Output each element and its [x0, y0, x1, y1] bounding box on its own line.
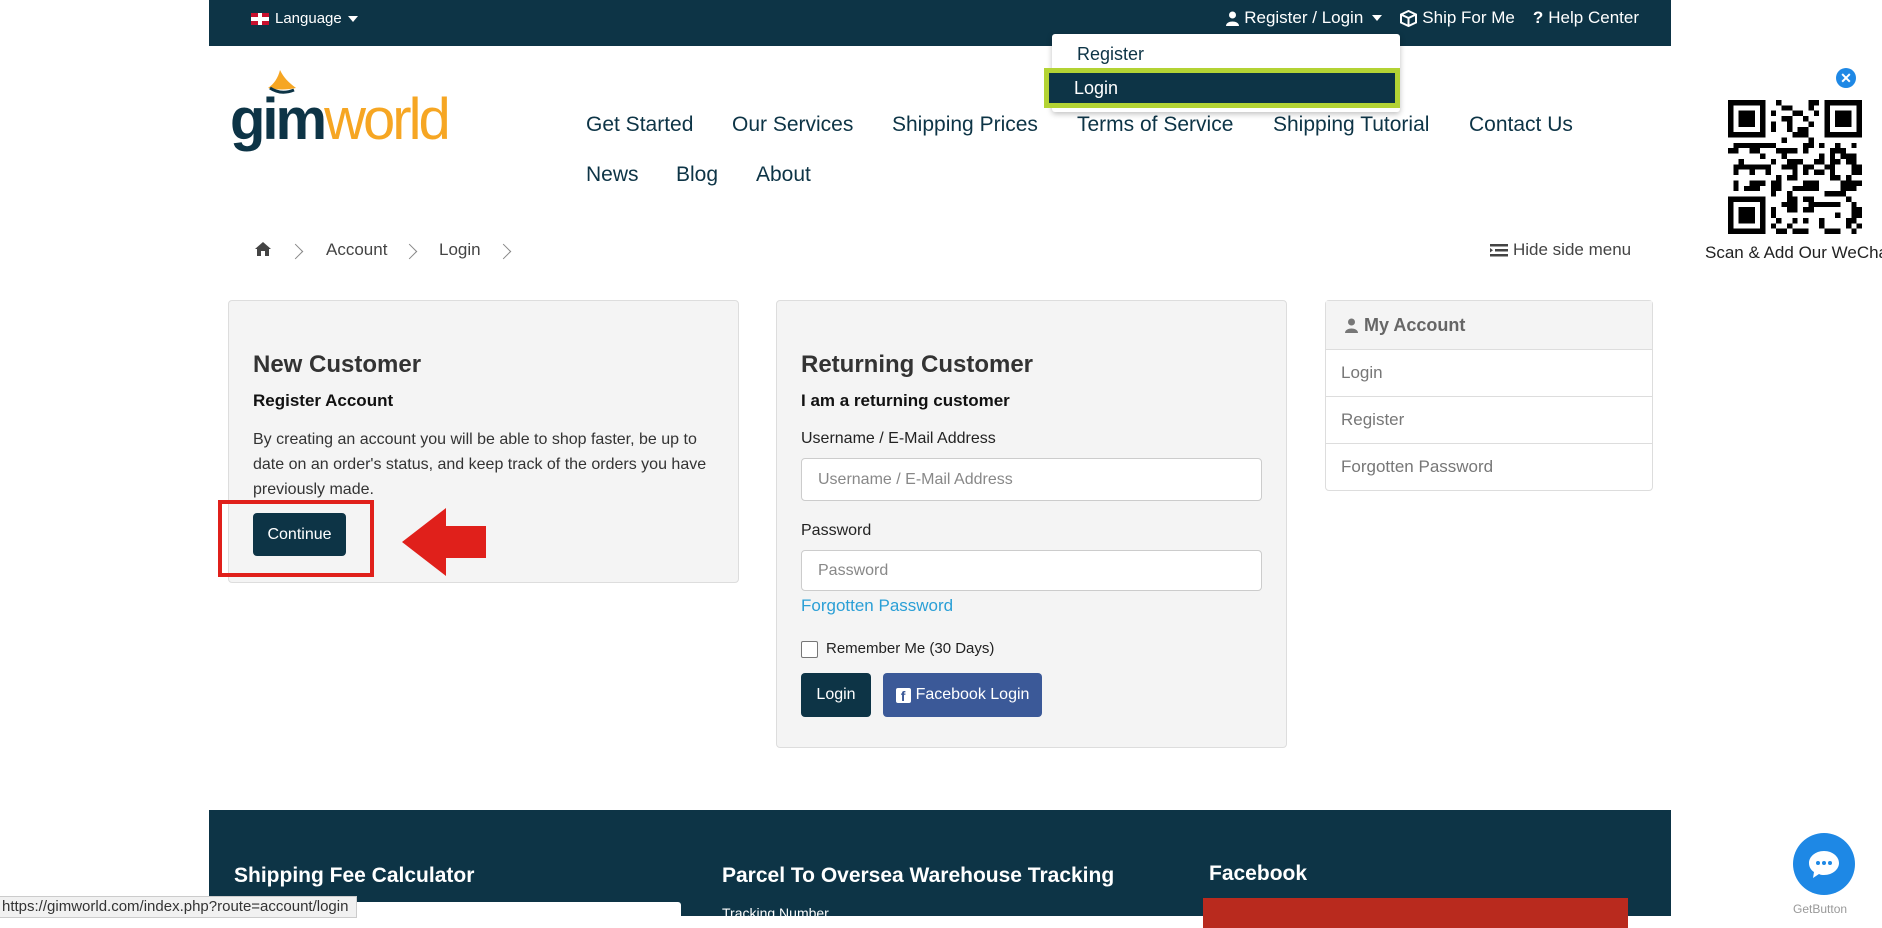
- language-selector[interactable]: Language: [251, 10, 358, 27]
- account-menu-toggle[interactable]: Register / Login: [1226, 8, 1383, 28]
- chevron-right-icon: [287, 243, 304, 260]
- user-icon: [1345, 318, 1358, 333]
- footer-facebook-title: Facebook: [1209, 862, 1308, 885]
- annotation-arrow-icon: [402, 508, 486, 576]
- forgotten-password-link[interactable]: Forgotten Password: [801, 596, 953, 616]
- my-account-side-menu: My Account Login Register Forgotten Pass…: [1325, 300, 1653, 491]
- account-dropdown: Register Login: [1044, 34, 1400, 112]
- side-menu-login[interactable]: Login: [1326, 350, 1652, 397]
- returning-customer-panel: Returning Customer I am a returning cust…: [776, 300, 1287, 748]
- nav-our-services[interactable]: Our Services: [732, 113, 853, 137]
- ship-for-me-link[interactable]: Ship For Me: [1400, 8, 1515, 28]
- qr-close-icon[interactable]: ✕: [1836, 68, 1856, 88]
- dropdown-register[interactable]: Register: [1077, 44, 1144, 65]
- box-icon: [1400, 9, 1418, 27]
- username-placeholder: Username / E-Mail Address: [818, 470, 1013, 488]
- status-bar-url: https://gimworld.com/index.php?route=acc…: [0, 896, 358, 918]
- password-label: Password: [801, 522, 872, 539]
- password-input[interactable]: Password: [801, 550, 1262, 591]
- register-account-subtitle: Register Account: [253, 391, 394, 410]
- logo-part-gim: gim: [230, 87, 327, 152]
- help-center-link[interactable]: ? Help Center: [1533, 8, 1639, 28]
- user-icon: [1226, 11, 1240, 26]
- password-placeholder: Password: [818, 561, 889, 579]
- account-menu-label: Register / Login: [1244, 8, 1364, 27]
- facebook-login-button[interactable]: f Facebook Login: [883, 673, 1042, 717]
- login-highlight-box: Login: [1044, 68, 1400, 108]
- site-logo[interactable]: gimworld: [230, 68, 470, 153]
- side-menu-forgotten-password[interactable]: Forgotten Password: [1326, 444, 1652, 490]
- breadcrumb-login[interactable]: Login: [439, 240, 481, 260]
- nav-terms-of-service[interactable]: Terms of Service: [1077, 113, 1233, 137]
- returning-customer-title: Returning Customer: [801, 351, 1034, 378]
- nav-get-started[interactable]: Get Started: [586, 113, 693, 137]
- nav-shipping-tutorial[interactable]: Shipping Tutorial: [1273, 113, 1429, 137]
- facebook-icon: f: [895, 687, 911, 704]
- facebook-page-banner[interactable]: [1203, 898, 1628, 928]
- dropdown-login[interactable]: Login: [1049, 73, 1395, 103]
- nav-shipping-prices[interactable]: Shipping Prices: [892, 113, 1038, 137]
- logo-part-world: world: [324, 87, 451, 152]
- hide-side-menu-label: Hide side menu: [1513, 240, 1632, 259]
- chat-bubble-icon: [1809, 851, 1839, 878]
- nav-news[interactable]: News: [586, 163, 639, 187]
- side-menu-header: My Account: [1326, 301, 1652, 350]
- returning-customer-subtitle: I am a returning customer: [801, 391, 1010, 410]
- question-icon: ?: [1532, 8, 1544, 27]
- annotation-highlight-box: [218, 500, 374, 577]
- chat-button[interactable]: [1793, 833, 1855, 895]
- footer: Shipping Fee Calculator Parcel To Overse…: [209, 810, 1671, 928]
- nav-blog[interactable]: Blog: [676, 163, 718, 187]
- home-icon[interactable]: [254, 241, 272, 257]
- new-customer-title: New Customer: [253, 351, 422, 378]
- logo-wordmark: gimworld: [230, 86, 451, 153]
- side-menu-title: My Account: [1364, 314, 1466, 335]
- wechat-qr-code: [1728, 100, 1862, 234]
- footer-tracking-title: Parcel To Oversea Warehouse Tracking: [722, 864, 1115, 887]
- new-customer-description: By creating an account you will be able …: [253, 431, 707, 498]
- help-center-label: Help Center: [1548, 8, 1639, 27]
- caret-down-icon: [1372, 15, 1383, 21]
- qr-caption: Scan & Add Our WeChat: [1705, 243, 1882, 262]
- getbutton-label: GetButton: [1793, 902, 1848, 916]
- remember-me-checkbox[interactable]: [801, 641, 818, 658]
- hide-side-menu-button[interactable]: Hide side menu: [1490, 240, 1631, 260]
- language-label: Language: [275, 10, 342, 27]
- chevron-right-icon: [401, 243, 418, 260]
- list-icon: [1490, 243, 1508, 256]
- footer-calculator-title: Shipping Fee Calculator: [234, 864, 475, 887]
- nav-about[interactable]: About: [756, 163, 811, 187]
- username-label: Username / E-Mail Address: [801, 430, 996, 447]
- remember-me-label: Remember Me (30 Days): [826, 640, 995, 657]
- top-bar: Language Register / Login Ship For Me ? …: [209, 0, 1671, 46]
- facebook-login-label: Facebook Login: [915, 686, 1030, 703]
- username-input[interactable]: Username / E-Mail Address: [801, 458, 1262, 501]
- side-menu-register[interactable]: Register: [1326, 397, 1652, 444]
- nav-contact-us[interactable]: Contact Us: [1469, 113, 1573, 137]
- caret-down-icon: [347, 15, 358, 22]
- ship-for-me-label: Ship For Me: [1422, 8, 1515, 27]
- uk-flag-icon: [251, 12, 269, 25]
- chevron-right-icon: [495, 243, 512, 260]
- tracking-number-label: Tracking Number: [722, 905, 829, 921]
- login-button[interactable]: Login: [801, 673, 871, 717]
- breadcrumb-account[interactable]: Account: [326, 240, 387, 260]
